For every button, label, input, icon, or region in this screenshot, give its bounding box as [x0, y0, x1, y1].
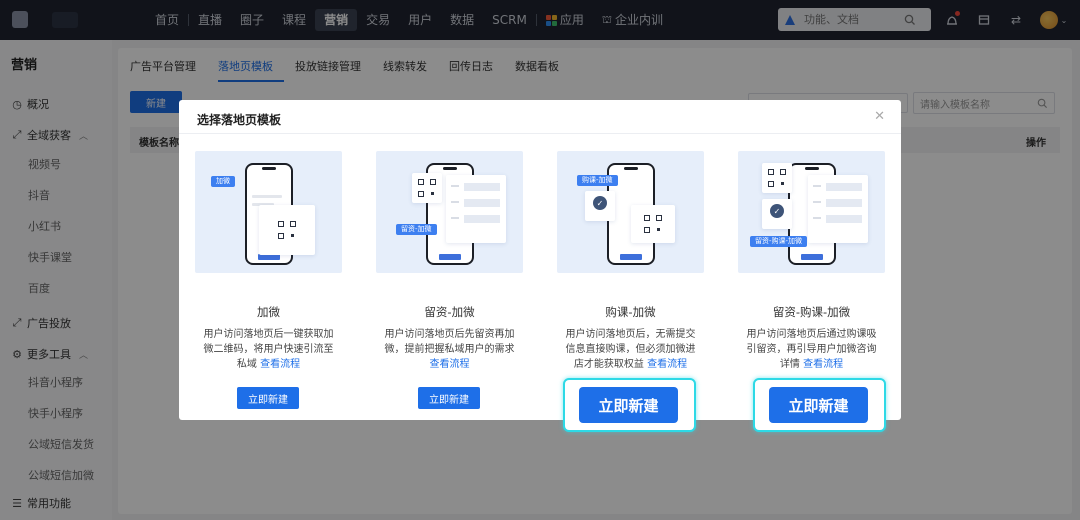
check-icon: ✓	[593, 196, 607, 210]
view-flow-link[interactable]: 查看流程	[647, 359, 687, 370]
view-flow-link[interactable]: 查看流程	[803, 359, 843, 370]
form-card	[446, 175, 506, 243]
illustration-course-wechat: 购课-加微 ✓	[557, 151, 704, 273]
qr-card	[631, 205, 675, 243]
illustration-lead-course-wechat: ✓ 留资-购课-加微	[738, 151, 885, 273]
highlight-lead-course-wechat: 立即新建	[753, 378, 886, 432]
tag-wechat: 加微	[211, 176, 235, 187]
card-desc: 用户访问落地页后通过购课吸引留资，再引导用户加微咨询详情 查看流程	[746, 329, 877, 370]
tag-lead-course-wechat: 留资-购课-加微	[750, 236, 808, 247]
check-icon: ✓	[770, 204, 784, 218]
tag-lead-wechat: 留资-加微	[396, 224, 437, 235]
qr-card	[259, 205, 315, 255]
qr-code-icon	[768, 169, 786, 187]
qr-code-icon	[644, 215, 662, 233]
card-title: 留资-购课-加微	[772, 305, 851, 319]
card-title: 留资-加微	[424, 305, 475, 319]
create-now-button[interactable]: 立即新建	[418, 387, 480, 409]
qr-code-icon	[278, 221, 296, 239]
view-flow-link[interactable]: 查看流程	[260, 359, 300, 370]
card-desc: 用户访问落地页后先留资再加微，提前把握私域用户的需求 查看流程	[384, 329, 515, 370]
qr-code-icon	[418, 179, 436, 197]
illustration-lead-wechat: 留资-加微	[376, 151, 523, 273]
qr-card	[762, 163, 792, 193]
card-title: 加微	[257, 305, 280, 319]
template-modal: 选择落地页模板 ✕ 加微 加微 用户访问落地页后一键获取加微二维码，将用户快速引…	[179, 100, 901, 420]
check-card: ✓	[585, 191, 615, 221]
modal-divider	[179, 133, 901, 134]
highlight-course-wechat: 立即新建	[563, 378, 696, 432]
card-desc: 用户访问落地页后一键获取加微二维码，将用户快速引流至私域 查看流程	[203, 329, 334, 370]
qr-card	[412, 173, 442, 203]
create-now-button[interactable]: 立即新建	[237, 387, 299, 409]
form-card	[808, 175, 868, 243]
illustration-wechat: 加微	[195, 151, 342, 273]
card-desc: 用户访问落地页后，无需提交信息直接购课，但必须加微进店才能获取权益 查看流程	[565, 329, 696, 370]
create-now-button-large[interactable]: 立即新建	[579, 387, 678, 423]
modal-title: 选择落地页模板	[197, 113, 282, 127]
view-flow-link[interactable]: 查看流程	[430, 359, 470, 370]
tag-course-wechat: 购课-加微	[577, 175, 618, 186]
create-now-button-large[interactable]: 立即新建	[769, 387, 868, 423]
close-icon[interactable]: ✕	[874, 109, 885, 124]
card-title: 购课-加微	[605, 305, 656, 319]
check-card: ✓	[762, 199, 792, 229]
